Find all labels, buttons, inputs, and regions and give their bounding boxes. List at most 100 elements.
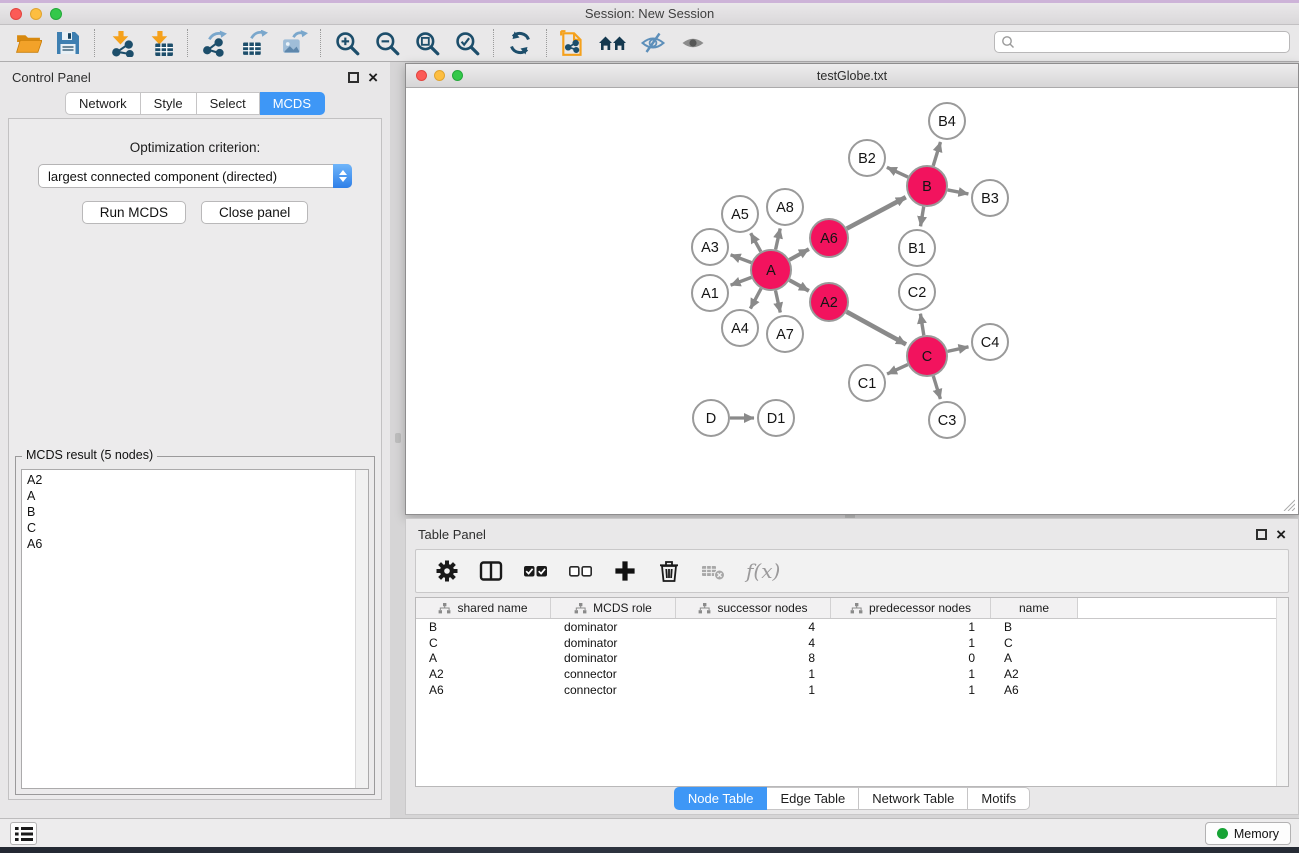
import-table-button[interactable] xyxy=(141,27,181,59)
select-all-columns-button[interactable] xyxy=(523,559,548,583)
tab-style[interactable]: Style xyxy=(141,92,197,115)
search-input[interactable] xyxy=(1015,33,1289,51)
edge-C-C3[interactable] xyxy=(933,376,940,399)
table-row[interactable]: Cdominator41C xyxy=(416,635,1288,651)
node-A1[interactable]: A1 xyxy=(692,275,728,311)
edge-C-C4[interactable] xyxy=(948,347,969,352)
node-A8[interactable]: A8 xyxy=(767,189,803,225)
edge-C-C1[interactable] xyxy=(887,365,908,374)
cell-shared-name[interactable]: C xyxy=(416,636,551,650)
node-B[interactable]: B xyxy=(907,166,947,206)
node-A3[interactable]: A3 xyxy=(692,229,728,265)
memory-button[interactable]: Memory xyxy=(1205,822,1291,845)
tab-node-table[interactable]: Node Table xyxy=(674,787,768,810)
node-B3[interactable]: B3 xyxy=(972,180,1008,216)
cell-name[interactable]: C xyxy=(991,636,1078,650)
node-D[interactable]: D xyxy=(693,400,729,436)
cell-predecessor-nodes[interactable]: 1 xyxy=(831,636,991,650)
node-C3[interactable]: C3 xyxy=(929,402,965,438)
zoom-out-button[interactable] xyxy=(367,27,407,59)
node-B4[interactable]: B4 xyxy=(929,103,965,139)
optimization-criterion-select[interactable]: largest connected component (directed) xyxy=(38,164,352,188)
close-table-panel-icon[interactable]: × xyxy=(1276,529,1286,540)
show-eye-button[interactable] xyxy=(673,27,713,59)
edge-A-A4[interactable] xyxy=(750,289,761,309)
function-builder-button-disabled[interactable]: f(x) xyxy=(746,559,780,583)
node-C1[interactable]: C1 xyxy=(849,365,885,401)
open-session-button[interactable] xyxy=(8,27,48,59)
cell-shared-name[interactable]: A2 xyxy=(416,667,551,681)
node-A4[interactable]: A4 xyxy=(722,310,758,346)
run-mcds-button[interactable]: Run MCDS xyxy=(82,201,186,224)
edge-B-B1[interactable] xyxy=(921,207,924,227)
export-image-button[interactable] xyxy=(274,27,314,59)
network-canvas[interactable]: ABCA6A2A5A8A3A1A4A7B2B4B3B1C2C4C1C3DD1 xyxy=(407,88,1297,513)
save-session-button[interactable] xyxy=(48,27,88,59)
zoom-fit-button[interactable] xyxy=(407,27,447,59)
table-row[interactable]: Adominator80A xyxy=(416,651,1288,667)
edge-A6-B[interactable] xyxy=(847,197,906,228)
zoom-in-button[interactable] xyxy=(327,27,367,59)
cell-shared-name[interactable]: A xyxy=(416,651,551,665)
table-row[interactable]: A6connector11A6 xyxy=(416,682,1288,698)
float-table-panel-icon[interactable] xyxy=(1256,529,1267,540)
edge-A-A6[interactable] xyxy=(789,249,809,260)
table-row[interactable]: Bdominator41B xyxy=(416,619,1288,635)
table-settings-button[interactable] xyxy=(435,559,459,583)
cell-MCDS-role[interactable]: dominator xyxy=(551,651,676,665)
mcds-result-list[interactable]: A2ABCA6 xyxy=(21,469,369,789)
edge-B-B4[interactable] xyxy=(933,142,940,166)
tab-network-table[interactable]: Network Table xyxy=(859,787,968,810)
network-document-button[interactable] xyxy=(553,27,593,59)
tab-motifs[interactable]: Motifs xyxy=(968,787,1030,810)
table-row[interactable]: A2connector11A2 xyxy=(416,666,1288,682)
cell-MCDS-role[interactable]: connector xyxy=(551,683,676,697)
export-network-button[interactable] xyxy=(194,27,234,59)
column-header-successor-nodes[interactable]: successor nodes xyxy=(676,598,831,618)
node-B2[interactable]: B2 xyxy=(849,140,885,176)
cell-predecessor-nodes[interactable]: 1 xyxy=(831,620,991,634)
hide-eye-button[interactable] xyxy=(633,27,673,59)
cell-shared-name[interactable]: B xyxy=(416,620,551,634)
cell-MCDS-role[interactable]: dominator xyxy=(551,620,676,634)
float-panel-icon[interactable] xyxy=(348,72,359,83)
cell-predecessor-nodes[interactable]: 0 xyxy=(831,651,991,665)
export-table-button[interactable] xyxy=(234,27,274,59)
node-C2[interactable]: C2 xyxy=(899,274,935,310)
node-C4[interactable]: C4 xyxy=(972,324,1008,360)
tab-mcds[interactable]: MCDS xyxy=(260,92,325,115)
home-pair-button[interactable] xyxy=(593,27,633,59)
network-window-titlebar[interactable]: testGlobe.txt xyxy=(406,64,1298,88)
window-resize-grip[interactable] xyxy=(1282,498,1295,511)
cell-name[interactable]: B xyxy=(991,620,1078,634)
delete-table-button-disabled[interactable] xyxy=(701,559,726,583)
delete-column-button[interactable] xyxy=(657,559,681,583)
edge-A-A2[interactable] xyxy=(789,280,809,291)
cell-name[interactable]: A6 xyxy=(991,683,1078,697)
cell-name[interactable]: A2 xyxy=(991,667,1078,681)
node-B1[interactable]: B1 xyxy=(899,230,935,266)
node-A5[interactable]: A5 xyxy=(722,196,758,232)
edge-B-B3[interactable] xyxy=(948,190,969,194)
column-header-predecessor-nodes[interactable]: predecessor nodes xyxy=(831,598,991,618)
search-field[interactable] xyxy=(994,31,1290,53)
tab-network[interactable]: Network xyxy=(65,92,141,115)
node-C[interactable]: C xyxy=(907,336,947,376)
cell-successor-nodes[interactable]: 4 xyxy=(676,636,831,650)
import-network-button[interactable] xyxy=(101,27,141,59)
node-A2[interactable]: A2 xyxy=(810,283,848,321)
cell-predecessor-nodes[interactable]: 1 xyxy=(831,667,991,681)
column-header-shared-name[interactable]: shared name xyxy=(416,598,551,618)
vertical-split-handle[interactable] xyxy=(395,433,401,443)
result-item[interactable]: B xyxy=(22,504,354,520)
edge-B-B2[interactable] xyxy=(887,167,908,177)
edge-A-A1[interactable] xyxy=(731,277,752,285)
cell-successor-nodes[interactable]: 8 xyxy=(676,651,831,665)
cell-predecessor-nodes[interactable]: 1 xyxy=(831,683,991,697)
node-table[interactable]: shared nameMCDS rolesuccessor nodesprede… xyxy=(415,597,1289,787)
tab-select[interactable]: Select xyxy=(197,92,260,115)
cell-shared-name[interactable]: A6 xyxy=(416,683,551,697)
tab-edge-table[interactable]: Edge Table xyxy=(767,787,859,810)
cell-MCDS-role[interactable]: connector xyxy=(551,667,676,681)
edge-C-C2[interactable] xyxy=(920,314,923,336)
